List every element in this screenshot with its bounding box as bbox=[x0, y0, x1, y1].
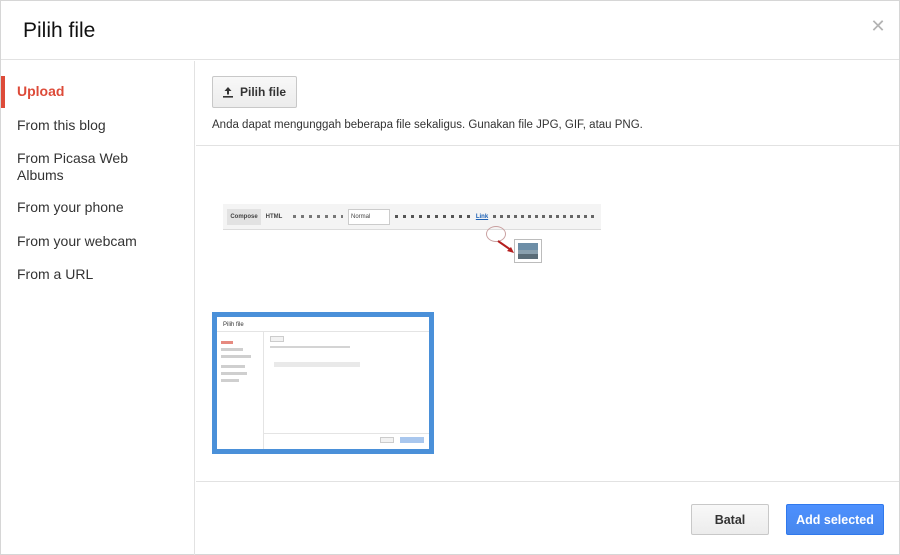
cancel-button[interactable]: Batal bbox=[691, 504, 769, 535]
dialog-title: Pilih file bbox=[23, 19, 96, 42]
sidebar-item-from-your-webcam[interactable]: From your webcam bbox=[1, 233, 194, 250]
toolbar-compose-label: Compose bbox=[227, 209, 261, 225]
selected-image-thumbnail[interactable]: Pilih file bbox=[212, 312, 434, 454]
toolbar-icons-group bbox=[493, 215, 598, 218]
toolbar-link-label: Link bbox=[475, 214, 489, 220]
source-sidebar: Upload From this blog From Picasa Web Al… bbox=[1, 61, 195, 555]
upload-panel: Pilih file Anda dapat mengunggah beberap… bbox=[196, 61, 899, 555]
sidebar-item-upload[interactable]: Upload bbox=[1, 76, 194, 108]
thumbnail-picture: Pilih file bbox=[217, 317, 429, 449]
toolbar-icons-group bbox=[395, 215, 475, 218]
editor-toolbar-illustration: Compose HTML Normal Link bbox=[223, 204, 601, 230]
image-icon bbox=[514, 239, 542, 263]
sidebar-item-from-your-phone[interactable]: From your phone bbox=[1, 199, 194, 216]
close-icon[interactable]: ✕ bbox=[869, 17, 887, 35]
choose-file-button[interactable]: Pilih file bbox=[212, 76, 297, 108]
sidebar-item-from-picasa[interactable]: From Picasa Web Albums bbox=[1, 150, 151, 184]
choose-file-label: Pilih file bbox=[240, 85, 287, 99]
dialog-header: Pilih file ✕ bbox=[1, 1, 899, 60]
toolbar-icons-group bbox=[293, 215, 343, 218]
pointer-arrow-icon bbox=[497, 240, 514, 253]
upload-hint: Anda dapat mengunggah beberapa file seka… bbox=[212, 119, 643, 131]
toolbar-font-select: Normal bbox=[348, 209, 390, 225]
sidebar-item-from-a-url[interactable]: From a URL bbox=[1, 266, 194, 283]
file-picker-dialog: Pilih file ✕ Upload From this blog From … bbox=[0, 0, 900, 555]
upload-icon bbox=[222, 86, 234, 98]
sidebar-item-from-this-blog[interactable]: From this blog bbox=[1, 117, 194, 134]
footer-divider bbox=[196, 481, 899, 482]
add-selected-button[interactable]: Add selected bbox=[786, 504, 884, 535]
toolbar-html-label: HTML bbox=[265, 214, 283, 220]
divider bbox=[196, 145, 899, 146]
